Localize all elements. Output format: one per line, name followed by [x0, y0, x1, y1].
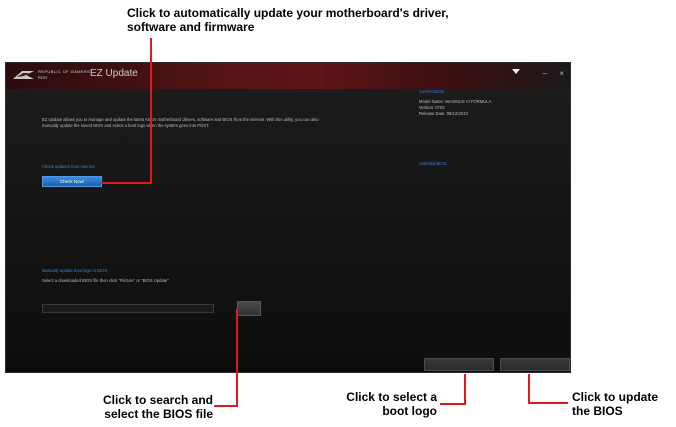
brand-name: REPUBLIC OF GAMERS: [38, 69, 91, 74]
browse-bios-button[interactable]: [237, 301, 261, 316]
callout-line-bios-vertical: [528, 374, 530, 404]
title-bar: REPUBLIC OF GAMERS ROG EZ Update – ×: [6, 63, 570, 89]
minimize-button[interactable]: –: [543, 69, 547, 78]
window-controls: – ×: [533, 69, 564, 78]
update-bios-button[interactable]: [500, 358, 570, 371]
callout-line-top-vertical: [150, 38, 152, 184]
check-now-button[interactable]: Check Now!: [42, 176, 102, 187]
selected-bios-title: Selected BIOS: [419, 161, 447, 166]
callout-update-all: Click to automatically update your mothe…: [127, 6, 449, 34]
rog-eye-icon: [13, 71, 34, 79]
manual-update-description: Select a downloaded BIOS file then click…: [42, 278, 169, 283]
release-date: Release Date: 08/12/2013: [419, 111, 468, 116]
ez-update-window: REPUBLIC OF GAMERS ROG EZ Update – × EZ …: [5, 62, 571, 373]
boot-logo-button[interactable]: [424, 358, 494, 371]
intro-text: EZ Update allows you to manage and updat…: [42, 117, 319, 128]
callout-update-bios: Click to update the BIOS: [572, 390, 659, 418]
manual-update-title: Manually update boot logo or BIOS :: [42, 268, 110, 273]
callout-line-search-vertical: [236, 309, 238, 407]
callout-line-logo-horizontal: [440, 403, 466, 405]
check-updates-label: Check updates from internet: [42, 164, 95, 169]
callout-boot-logo: Click to select a boot logo: [346, 390, 437, 418]
bios-file-path-field[interactable]: [42, 304, 214, 313]
close-button[interactable]: ×: [559, 69, 564, 78]
callout-line-search-horizontal: [214, 405, 238, 407]
dropdown-triangle-icon[interactable]: [512, 69, 520, 74]
app-title: EZ Update: [90, 68, 138, 79]
callout-line-top-horizontal: [101, 182, 152, 184]
brand-short: ROG: [38, 75, 48, 80]
callout-line-bios-horizontal: [528, 402, 568, 404]
current-bios-title: Current BIOS: [419, 89, 445, 94]
callout-search-bios: Click to search and select the BIOS file: [102, 393, 213, 421]
callout-line-logo-vertical: [464, 374, 466, 405]
